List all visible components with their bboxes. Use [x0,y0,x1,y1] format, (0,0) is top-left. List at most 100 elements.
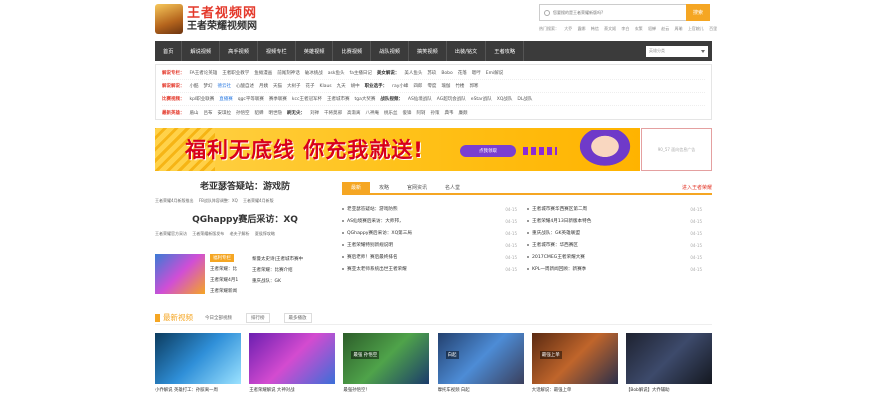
category-link[interactable]: 大树子 [287,83,301,89]
video-thumbnail[interactable] [249,333,336,384]
category-link[interactable]: 吕布 [204,110,213,116]
category-link[interactable]: kpl职业联赛 [190,96,215,102]
hotword-link[interactable]: 蔡文姬 [604,26,616,31]
nav-guides[interactable]: 王者攻略 [486,41,525,61]
feature-link[interactable]: 黎曼太史诗|王者城市赛中 [252,254,303,265]
category-link[interactable]: FA王者论英雄 [190,70,218,76]
category-link[interactable]: 王者职业教学 [222,70,249,76]
video-caption[interactable]: 最强孙悟空！ [343,387,429,393]
headline-link[interactable]: 夏侯惇攻略 [255,231,275,236]
category-link[interactable]: 花落 [458,70,467,76]
news-title[interactable]: 重庆战队：GK英雄联盟 [532,230,686,236]
news-item[interactable]: 赛亚太老师系统出世王者荣耀 04-15 [342,263,517,275]
category-link[interactable]: 美人鱼头 [404,70,422,76]
search-field[interactable] [539,4,686,21]
nav-matches[interactable]: 比赛视频 [333,41,372,61]
category-link[interactable]: AS仙境战队 [408,96,432,102]
video-card[interactable]: 王者荣耀解说 大神对战 [249,333,336,393]
tab-official[interactable]: 官网资讯 [398,182,436,193]
news-title[interactable]: 王者城市赛华西赛区第二周 [532,206,686,212]
category-link[interactable]: 典韦 [445,110,454,116]
video-thumbnail[interactable]: 白起 [437,333,524,384]
headline-link[interactable]: 王者荣耀4月新版 [243,198,274,203]
feature-link[interactable]: 重庆战队：GK [252,276,303,287]
hotword-link[interactable]: 百里 [709,26,717,31]
video-card[interactable]: 最强上单大话解说：最强上单 [531,333,618,393]
headline-link[interactable]: 王者荣耀官方采访 [155,231,187,236]
category-link[interactable]: 俊锋 [403,110,412,116]
search-button[interactable]: 搜索 [686,4,710,21]
category-link[interactable]: 零度 [427,83,436,89]
video-thumbnail[interactable]: 最强上单 [531,333,618,384]
news-item[interactable]: 2017CMEG王者荣耀大赛 04-15 [527,251,702,263]
category-link[interactable]: 嗯哼 [472,70,481,76]
search-input[interactable] [553,10,686,15]
category-link[interactable]: 刘禅 [310,110,319,116]
video-caption[interactable]: 大话解说：最强上单 [532,387,618,393]
category-link[interactable]: 王者城市赛 [327,96,350,102]
category-link[interactable]: 郭寒 [469,83,478,89]
category-link[interactable]: 阿轲 [417,110,426,116]
news-title[interactable]: KPL一周新闻回顾：新赛季 [532,266,686,272]
hotword-link[interactable]: 韩信 [591,26,599,31]
category-link[interactable]: 孙悟空 [236,110,250,116]
nav-builds[interactable]: 出装/铭文 [447,41,487,61]
category-link[interactable]: Emi解说 [486,70,503,76]
news-title[interactable]: QGhappy赛后采访：XQ第三局 [347,230,501,236]
category-link[interactable]: 明世隐 [269,110,283,116]
nav-columns[interactable]: 视频专栏 [258,41,296,61]
hotword-link[interactable]: 露娜 [578,26,586,31]
category-link[interactable]: 心酸自述 [236,83,254,89]
category-link[interactable]: 梦幻 [204,83,213,89]
category-link[interactable]: 竹楼 [455,83,464,89]
tab-guides[interactable]: 攻略 [370,182,398,193]
category-link[interactable]: qgc平等联赛 [238,96,264,102]
news-item[interactable]: QGhappy赛后采访：XQ第三局 04-15 [342,227,517,239]
category-link[interactable]: 孙策 [431,110,440,116]
category-link[interactable]: 小酷 [190,83,199,89]
video-thumbnail[interactable]: 最强 孙悟空 [343,333,430,384]
hotword-link[interactable]: 大乔 [564,26,572,31]
news-title[interactable]: 老亚瑟答疑站：游戏防熊 [347,206,501,212]
news-item[interactable]: 重庆战队：GK英雄联盟 04-15 [527,227,702,239]
category-link[interactable]: 鱼摊漫画 [254,70,272,76]
category-link[interactable]: 高渐离 [347,110,361,116]
category-link[interactable]: AG超玩会战队 [437,96,466,102]
category-link[interactable]: 盾山 [190,110,199,116]
news-title[interactable]: 王者荣耀4月13日新版本特色 [532,218,686,224]
category-link[interactable]: eStar战队 [471,96,492,102]
category-link[interactable]: 赛季联赛 [269,96,287,102]
banner-button[interactable]: 点我领取 [460,145,516,157]
nav-pro[interactable]: 高手视频 [220,41,258,61]
video-thumbnail[interactable] [155,333,241,384]
video-card[interactable]: 白起摩托车视频 白起 [437,333,524,393]
news-title[interactable]: 赛后老师！赛后最终排名 [347,254,501,260]
news-item[interactable]: AS仙境赛后采访：大师邦， 04-15 [342,215,517,227]
nav-heroes[interactable]: 英雄视频 [296,41,334,61]
category-link[interactable]: 桃乐丝 [384,110,398,116]
news-item[interactable]: 赛后老师！赛后最终排名 04-15 [342,251,517,263]
category-link[interactable]: 直播赛 [219,96,233,102]
feature-link[interactable]: 王者荣耀新闻 [210,286,238,297]
headline-link[interactable]: FB战队阵容调整：XQ [199,198,238,203]
video-caption[interactable]: 小乔解说 英雄打工：孙膑离一周 [155,387,241,393]
videos-tab-most-played[interactable]: 最多播放 [283,312,312,323]
news-item[interactable]: KPL一周新闻回顾：新赛季 04-15 [527,263,702,275]
category-link[interactable]: 瑜伽 [441,83,450,89]
videos-tab-today[interactable]: 今日全部视频 [205,315,232,321]
category-link[interactable]: 胡中 [351,83,360,89]
category-link[interactable]: ask鱼头 [328,70,345,76]
category-link[interactable]: 安琪拉 [218,110,232,116]
category-link[interactable]: 八神庵 [366,110,380,116]
feature-link[interactable]: 王者荣耀4月1 [210,275,238,286]
category-link[interactable]: 九天 [337,83,346,89]
video-caption[interactable]: 摩托车视频 白起 [438,387,524,393]
headline-link[interactable]: 王者荣耀4月新版推出 [155,198,194,203]
video-card[interactable]: 最强 孙悟空最强孙悟空！ [343,333,430,393]
news-item[interactable]: 王者荣耀特别新规说明 04-15 [342,239,517,251]
video-caption[interactable]: 【Bob解说】大乔辅助 [626,387,712,393]
category-link[interactable]: 貂蝉 [255,110,264,116]
category-link[interactable]: Bobo [441,71,452,76]
videos-tab-rank[interactable]: 排行榜 [246,312,270,323]
tab-latest[interactable]: 最新 [342,182,371,193]
